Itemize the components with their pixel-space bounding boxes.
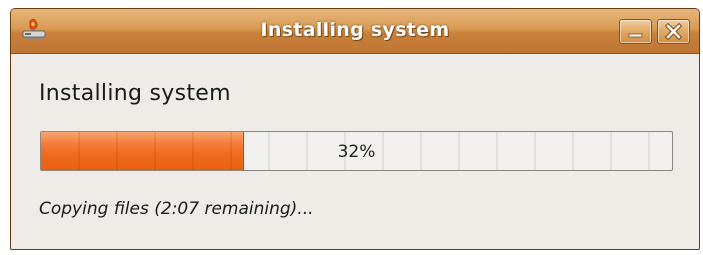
minimize-button[interactable] [619,19,652,44]
status-text: Copying files (2:07 remaining)... [39,199,314,219]
progress-bar: 32% [40,131,673,171]
progress-label: 32% [337,142,376,162]
title-bar[interactable]: Installing system [11,9,699,54]
page-title: Installing system [39,81,231,106]
minimize-icon [628,33,643,38]
close-icon [664,22,683,41]
installer-window: Installing system Installing system 32% … [10,8,700,250]
window-title: Installing system [260,19,450,41]
close-button[interactable] [657,19,690,44]
